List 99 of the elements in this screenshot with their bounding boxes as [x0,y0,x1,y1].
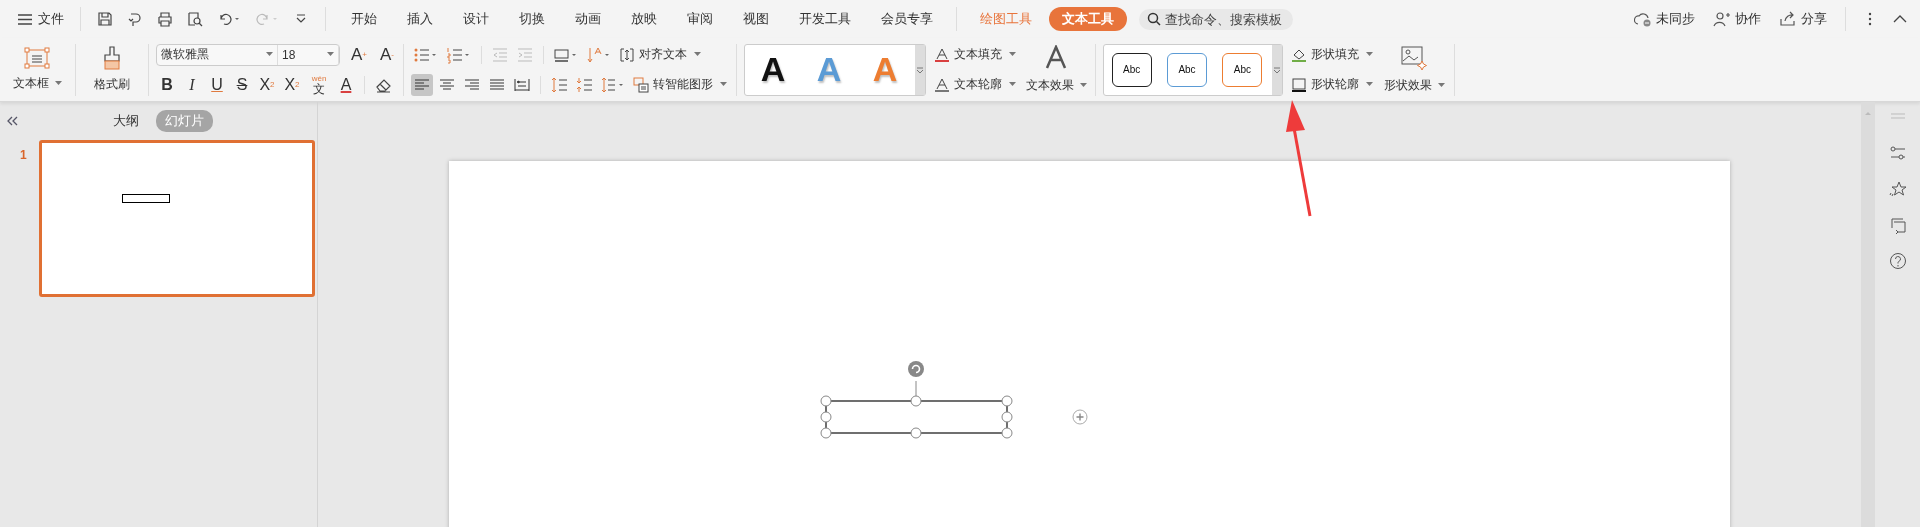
caret-icon [1437,83,1445,88]
format-button[interactable]: U [206,73,228,96]
gallery-more-button[interactable] [915,44,926,95]
font-size-button[interactable]: A$^{+}$ [349,43,369,66]
brush-icon [101,46,123,70]
font-size-button[interactable]: A$^{-}$ [378,43,397,66]
preview-icon[interactable] [187,11,203,27]
toolbar-action[interactable]: 协作 [1707,10,1767,28]
caret-icon [694,52,702,57]
ribbon-tab[interactable]: 切换 [506,7,558,31]
text-effects-button[interactable]: 文本效果 [1024,45,1089,94]
text-box-button[interactable]: 文本框 [6,47,68,92]
spacing-icon[interactable] [575,75,594,94]
expand-icon [1273,65,1282,74]
shape-style-option[interactable]: Abc [1111,52,1152,87]
ribbon-tab[interactable]: 动画 [562,7,614,31]
format-painter-button[interactable]: 格式刷 [83,46,141,93]
ribbon-tab[interactable]: 放映 [618,7,670,31]
caret-icon [266,52,273,57]
add-icon[interactable] [1072,409,1088,425]
caret-icon [54,81,62,86]
toolbar-action[interactable]: 分享 [1773,10,1833,28]
ribbon-tab[interactable]: 审阅 [674,7,726,31]
align-text-button[interactable]: 对齐文本 [617,43,704,66]
search-field[interactable]: 查找命令、搜索模板 [1139,8,1293,30]
justify-align-icon [489,76,506,93]
cloud-icon [1634,11,1652,27]
text-fill-button[interactable]: 文本填充 [932,43,1019,66]
print-icon[interactable] [157,11,173,27]
ribbon-tab[interactable]: 开发工具 [786,7,864,31]
font-name: 微软雅黑 [161,46,209,63]
redo-icon[interactable] [255,11,279,27]
text-outline-button[interactable]: 文本轮廓 [932,73,1019,96]
caret-icon [1366,82,1374,87]
ribbon-tab[interactable]: 设计 [450,7,502,31]
align-text-icon [619,46,636,63]
font-color-button[interactable]: A [335,73,357,96]
format-button[interactable]: S [231,73,253,96]
ribbon-tab[interactable]: 插入 [394,7,446,31]
left-align-icon [414,76,431,93]
save-icon[interactable] [97,11,113,27]
shape-outline-button[interactable]: 形状轮廓 [1289,73,1376,96]
gallery-more-button[interactable] [1272,44,1283,95]
star-icon[interactable] [1888,180,1907,198]
smartart-button[interactable]: 转智能图形 [631,73,730,96]
shape-fill-button[interactable]: 形状填充 [1289,43,1376,66]
expand-icon [916,65,925,74]
collapse-panel-icon[interactable] [7,116,19,126]
text-style-option[interactable]: A [751,50,796,89]
text-box-icon [24,47,50,69]
format-button[interactable]: B [156,73,178,96]
align-button[interactable] [411,73,434,96]
add-person-icon [1713,11,1731,27]
undo-icon[interactable] [217,11,241,27]
ribbon-tab[interactable]: 会员专享 [868,7,946,31]
smartart-icon [633,76,650,93]
share-icon [1779,11,1797,27]
ribbon-tab[interactable]: 开始 [338,7,390,31]
pinyin-button[interactable]: wén 文 [306,73,332,96]
caret-icon [1009,82,1017,87]
shape-effects-button[interactable]: 形状效果 [1381,45,1448,94]
font-size-value: 18 [282,47,296,62]
text-fill-icon [934,46,951,63]
center-align-icon [439,76,456,93]
slide-number: 1 [20,147,27,164]
scroll-up-icon[interactable] [1864,110,1872,116]
caret-icon [1009,52,1017,57]
file-menu[interactable]: 文件 [14,10,68,28]
export-icon[interactable] [127,11,143,27]
scrollbar[interactable] [1861,102,1875,527]
font-field[interactable]: 微软雅黑 [157,44,278,65]
font-size-field[interactable]: 18 [278,44,339,65]
shape-style-option[interactable]: Abc [1222,52,1263,87]
text-outline-icon [934,76,951,93]
caret-icon [1079,83,1087,88]
caret-icon [720,82,728,87]
help-icon[interactable] [1888,252,1907,270]
distributed-align-icon [514,76,531,93]
format-button[interactable]: I [181,73,203,96]
search-icon [1147,12,1161,26]
paragraph-spacing-icon[interactable] [550,75,569,94]
view-tab[interactable]: 大纲 [104,110,148,132]
shape-effects-label: 形状效果 [1383,77,1432,94]
right-align-icon [464,76,481,93]
ribbon-tab[interactable]: 视图 [730,7,782,31]
file-label: 文件 [38,10,64,28]
caret-icon [1366,52,1374,57]
sliders-icon[interactable] [1888,144,1907,162]
slideshow-icon[interactable] [1888,216,1907,234]
slide-thumbnail[interactable] [38,140,315,297]
menu-icon [18,13,32,25]
text-effects-label: 文本效果 [1025,77,1074,94]
shape-outline-icon [1291,76,1308,93]
toolbar-action[interactable]: 未同步 [1628,10,1701,28]
picture-sparkle-icon [1400,45,1429,71]
thumbnail-shape [121,194,170,203]
text-box-label: 文本框 [12,75,49,92]
caret-icon [327,52,334,57]
shape-style-option[interactable]: Abc [1167,52,1207,87]
